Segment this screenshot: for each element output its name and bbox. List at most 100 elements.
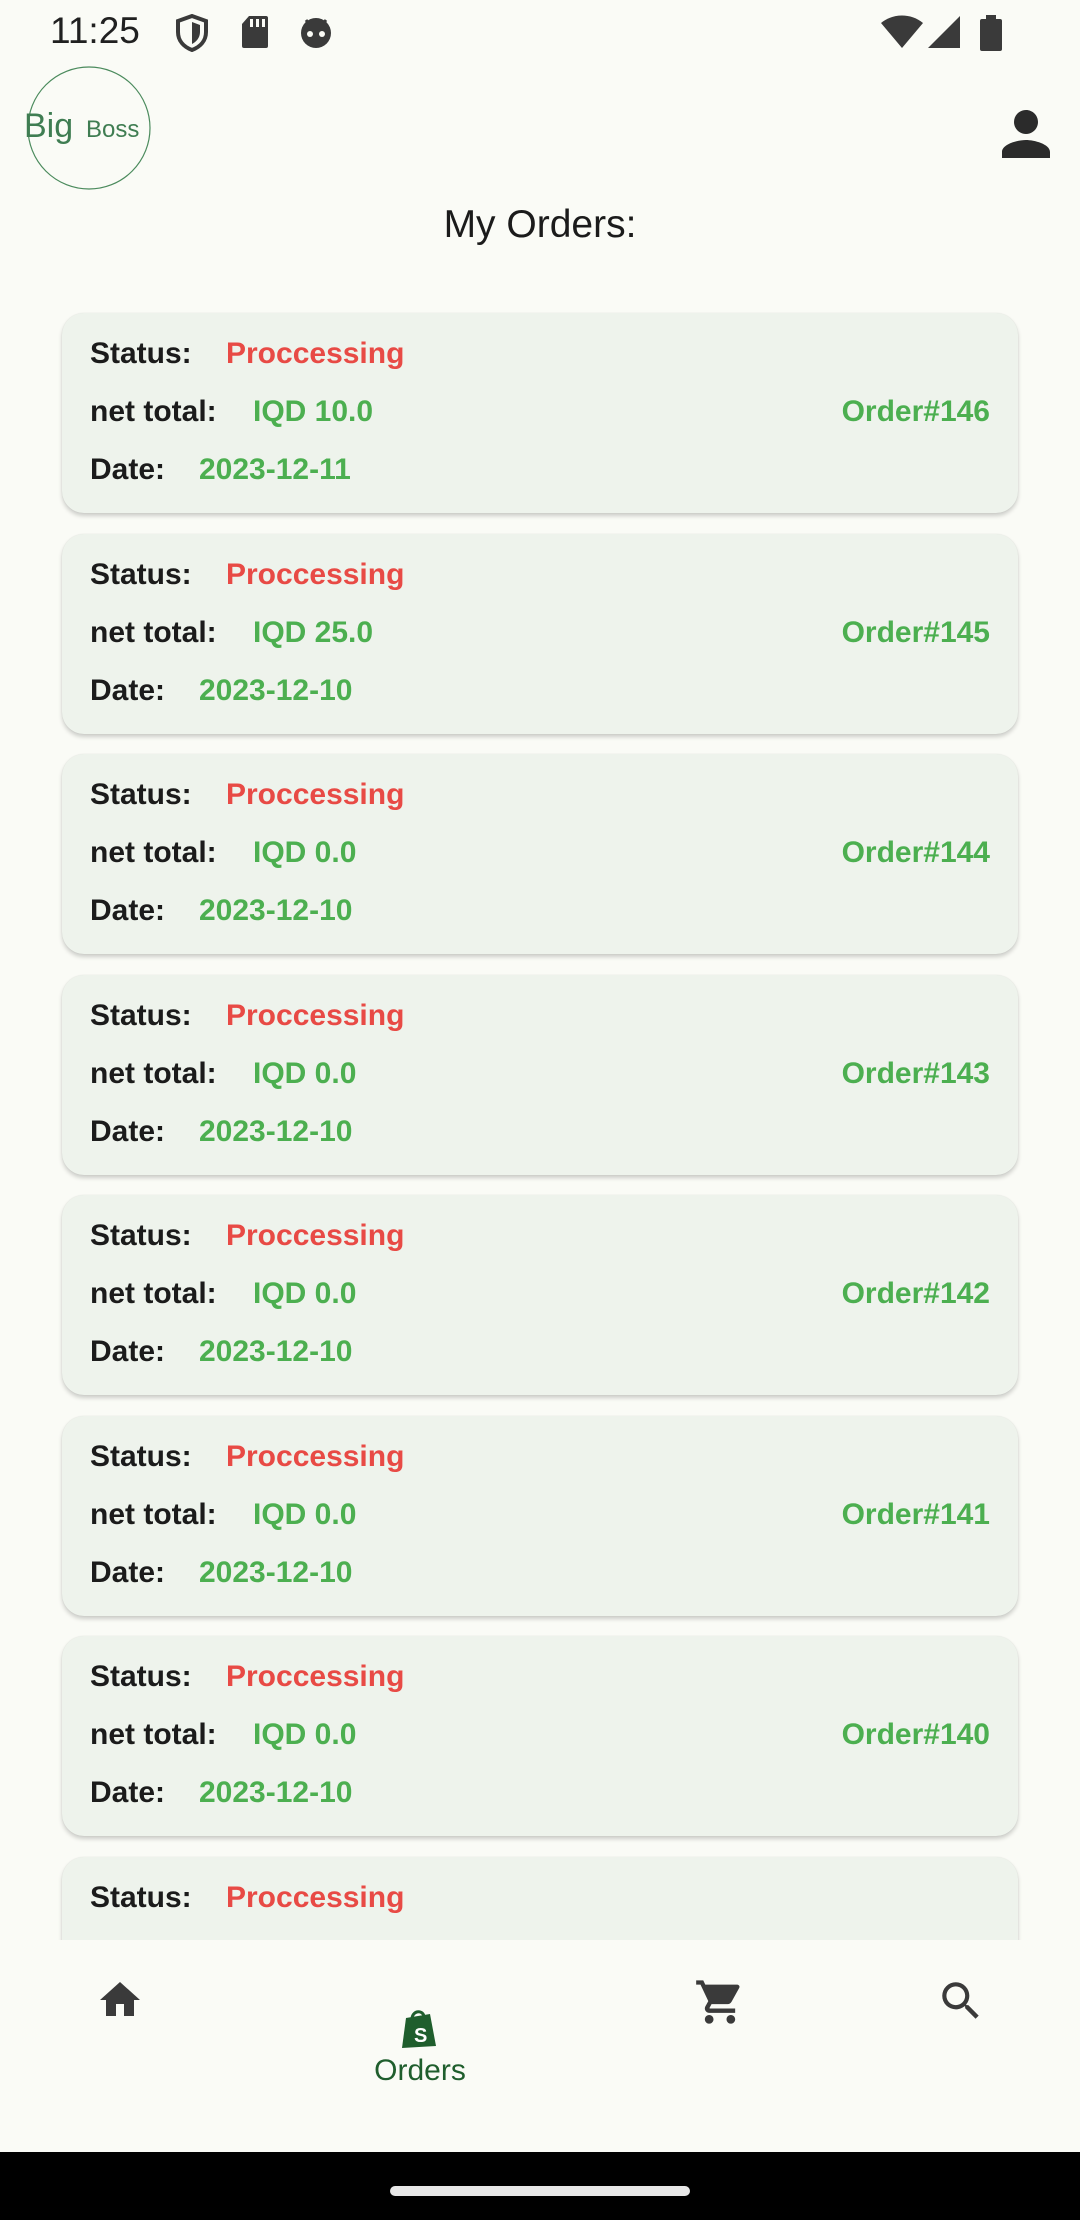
home-icon xyxy=(100,1982,140,2016)
profile-button[interactable] xyxy=(990,98,1062,170)
order-number: Order#145 xyxy=(841,615,990,649)
date-value: 2023-12-10 xyxy=(199,1335,353,1368)
order-card[interactable]: Status: Proccessing net total: IQD 25.0 Orde… xyxy=(62,533,1018,734)
date-row: Date: 2023-12-10 xyxy=(90,1556,990,1600)
status-row: Status: Proccessing xyxy=(90,1440,990,1484)
orders-list[interactable]: Status: Proccessing net total: IQD 10.0 Orde… xyxy=(0,300,1080,1940)
nav-orders-label: Orders xyxy=(374,2054,466,2087)
status-value: Proccessing xyxy=(226,778,405,811)
net-total-label: net total: xyxy=(90,1056,217,1090)
order-card[interactable]: Status: Proccessing net total: IQD 0.0 Order… xyxy=(62,1636,1018,1836)
status-row: Status: Proccessing xyxy=(90,558,990,602)
order-number: Order#143 xyxy=(841,1056,990,1090)
order-card[interactable]: Status: Proccessing xyxy=(62,1856,1018,1940)
nav-home[interactable] xyxy=(20,1940,220,2100)
net-total-label: net total: xyxy=(90,1718,217,1751)
net-total-value: IQD 0.0 xyxy=(253,1718,357,1751)
net-total-row: net total: IQD 25.0 Order#145 xyxy=(90,616,990,660)
order-card[interactable]: Status: Proccessing net total: IQD 0.0 Order… xyxy=(62,754,1018,954)
net-total-value: IQD 0.0 xyxy=(253,836,357,869)
net-total-value: IQD 25.0 xyxy=(253,615,374,649)
net-total-value: IQD 0.0 xyxy=(253,1056,357,1090)
status-row: Status: Proccessing xyxy=(90,999,990,1043)
net-total-row: net total: IQD 0.0 Order#141 xyxy=(90,1498,990,1542)
date-row: Date: 2023-12-11 xyxy=(90,453,990,497)
nav-orders[interactable]: S Orders xyxy=(320,1940,520,2100)
date-value: 2023-12-10 xyxy=(199,673,353,707)
date-label: Date: xyxy=(90,453,166,486)
order-number: Order#142 xyxy=(841,1277,990,1310)
status-value: Proccessing xyxy=(226,998,405,1032)
order-card[interactable]: Status: Proccessing net total: IQD 10.0 Orde… xyxy=(62,313,1018,513)
date-value: 2023-12-10 xyxy=(199,1114,353,1148)
status-row: Status: Proccessing xyxy=(90,1881,990,1925)
date-label: Date: xyxy=(90,673,166,707)
order-number: Order#141 xyxy=(841,1497,990,1531)
bottom-nav: S Orders xyxy=(0,1940,1080,2152)
android-face-icon xyxy=(301,18,331,48)
status-label: Status: xyxy=(90,1219,192,1252)
status-value: Proccessing xyxy=(226,1219,405,1252)
app-logo: Big Boss xyxy=(24,65,152,191)
status-row: Status: Proccessing xyxy=(90,1219,990,1263)
order-number: Order#146 xyxy=(841,395,990,428)
status-label: Status: xyxy=(90,1660,192,1693)
search-icon xyxy=(942,1982,979,2019)
status-row: Status: Proccessing xyxy=(90,778,990,822)
date-label: Date: xyxy=(90,1114,166,1148)
date-label: Date: xyxy=(90,1776,166,1809)
shield-icon xyxy=(176,14,208,52)
date-value: 2023-12-10 xyxy=(199,894,353,927)
net-total-label: net total: xyxy=(90,1277,217,1310)
shopping-bag-icon: S xyxy=(402,2010,436,2048)
net-total-label: net total: xyxy=(90,615,217,649)
status-value: Proccessing xyxy=(226,557,405,591)
net-total-label: net total: xyxy=(90,836,217,869)
status-row: Status: Proccessing xyxy=(90,337,990,381)
net-total-row: net total: IQD 0.0 Order#142 xyxy=(90,1277,990,1321)
net-total-value: IQD 0.0 xyxy=(253,1277,357,1310)
net-total-value: IQD 10.0 xyxy=(253,395,374,428)
status-value: Proccessing xyxy=(226,337,405,370)
status-label: Status: xyxy=(90,998,192,1032)
net-total-row: net total: IQD 10.0 Order#146 xyxy=(90,395,990,439)
order-number: Order#144 xyxy=(841,836,990,869)
status-row: Status: Proccessing xyxy=(90,1660,990,1704)
date-row: Date: 2023-12-10 xyxy=(90,1115,990,1159)
date-value: 2023-12-10 xyxy=(199,1776,353,1809)
net-total-label: net total: xyxy=(90,395,217,428)
status-bar: 11:25 xyxy=(0,0,1080,64)
net-total-row: net total: IQD 0.0 Order#143 xyxy=(90,1057,990,1101)
logo-word-big: Big xyxy=(26,107,73,145)
order-card[interactable]: Status: Proccessing net total: IQD 0.0 Order… xyxy=(62,974,1018,1175)
status-time: 11:25 xyxy=(50,10,140,51)
nav-search[interactable] xyxy=(860,1940,1060,2100)
status-label: Status: xyxy=(90,1880,192,1914)
cellular-signal-icon xyxy=(928,16,960,48)
net-total-label: net total: xyxy=(90,1497,217,1531)
date-row: Date: 2023-12-10 xyxy=(90,1776,990,1820)
status-value: Proccessing xyxy=(226,1880,405,1914)
net-total-value: IQD 0.0 xyxy=(253,1497,357,1531)
date-label: Date: xyxy=(90,1335,166,1368)
cart-icon xyxy=(696,1980,740,2024)
nav-cart[interactable] xyxy=(618,1940,818,2100)
status-value: Proccessing xyxy=(226,1439,405,1473)
date-value: 2023-12-10 xyxy=(199,1555,353,1589)
order-card[interactable]: Status: Proccessing net total: IQD 0.0 Order… xyxy=(62,1195,1018,1395)
status-label: Status: xyxy=(90,557,192,591)
logo-word-boss: Boss xyxy=(86,116,139,143)
net-total-row: net total: IQD 0.0 Order#140 xyxy=(90,1718,990,1762)
order-card[interactable]: Status: Proccessing net total: IQD 0.0 Order… xyxy=(62,1415,1018,1616)
battery-icon xyxy=(980,15,1002,51)
order-number: Order#140 xyxy=(841,1718,990,1751)
status-label: Status: xyxy=(90,337,192,370)
date-row: Date: 2023-12-10 xyxy=(90,894,990,938)
system-gesture-bar xyxy=(0,2152,1080,2220)
date-row: Date: 2023-12-10 xyxy=(90,674,990,718)
home-gesture-pill[interactable] xyxy=(390,2186,690,2196)
sd-card-icon xyxy=(242,16,268,48)
svg-text:S: S xyxy=(414,2025,427,2047)
date-value: 2023-12-11 xyxy=(199,453,351,486)
page-title: My Orders: xyxy=(443,203,637,246)
